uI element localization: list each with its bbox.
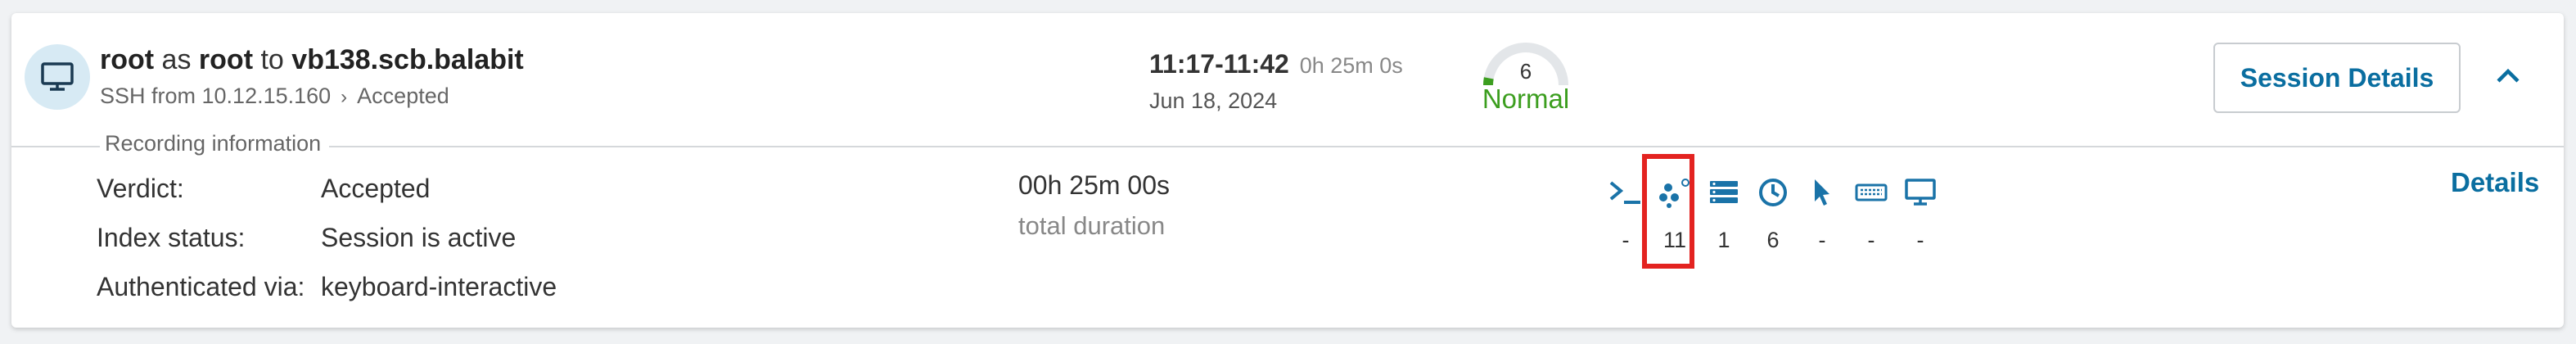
time-range-value: 11:17-11:42	[1149, 49, 1289, 79]
session-details-button[interactable]: Session Details	[2213, 43, 2461, 113]
keyboard-icon	[1855, 174, 1888, 211]
to-word: to	[260, 44, 284, 75]
auth-via-value: keyboard-interactive	[321, 272, 557, 301]
activity-clock[interactable]: 6	[1748, 174, 1798, 253]
as-word: as	[161, 44, 192, 75]
gauge-label: Normal	[1482, 84, 1570, 114]
activity-monitor[interactable]: -	[1896, 174, 1945, 253]
gauge-value: 6	[1519, 59, 1532, 84]
verdict-value: Accepted	[321, 174, 431, 203]
session-subtitle: SSH from 10.12.15.160 › Accepted	[100, 84, 449, 109]
clock-count: 6	[1766, 228, 1780, 252]
highlight-box	[1642, 154, 1694, 269]
chevron-up-icon[interactable]	[2492, 59, 2524, 92]
monitor-count: -	[1916, 228, 1924, 252]
session-title: root as root to vb138.scb.balabit	[100, 44, 524, 76]
terminal-icon	[1608, 174, 1644, 211]
activity-keyboard[interactable]: -	[1847, 174, 1896, 253]
details-link[interactable]: Details	[2451, 167, 2539, 198]
recording-info-label: Recording information	[100, 131, 330, 156]
monitor-avatar-icon	[25, 44, 90, 110]
target-user: root	[198, 44, 254, 75]
keyboard-count: -	[1867, 228, 1875, 252]
divider	[11, 146, 2564, 147]
duration-short: 0h 25m 0s	[1299, 53, 1403, 78]
pointer-icon	[1810, 174, 1834, 211]
index-status-value: Session is active	[321, 223, 517, 252]
verdict-key: Verdict:	[97, 174, 184, 203]
session-date: Jun 18, 2024	[1149, 88, 1278, 113]
total-duration-label: total duration	[1018, 211, 1166, 240]
list-count: 1	[1717, 228, 1730, 252]
index-status-key: Index status:	[97, 223, 246, 252]
time-range: 11:17-11:42 0h 25m 0s	[1149, 49, 1403, 79]
monitor-icon	[1904, 174, 1937, 211]
session-card: root as root to vb138.scb.balabit SSH fr…	[11, 13, 2564, 328]
total-duration-value: 00h 25m 00s	[1018, 170, 1171, 200]
chevron-right-icon: ›	[341, 86, 348, 108]
clock-icon	[1757, 174, 1789, 211]
pointer-count: -	[1818, 228, 1826, 252]
user: root	[100, 44, 155, 75]
auth-via-key: Authenticated via:	[97, 272, 305, 301]
activity-list[interactable]: 1	[1699, 174, 1748, 253]
list-icon	[1708, 174, 1740, 211]
terminal-count: -	[1622, 228, 1630, 252]
session-status: Accepted	[357, 84, 449, 108]
server-name: vb138.scb.balabit	[291, 44, 524, 75]
activity-pointer[interactable]: -	[1798, 174, 1847, 253]
protocol-info: SSH from 10.12.15.160	[100, 84, 332, 108]
session-header[interactable]: root as root to vb138.scb.balabit SSH fr…	[11, 13, 2564, 146]
